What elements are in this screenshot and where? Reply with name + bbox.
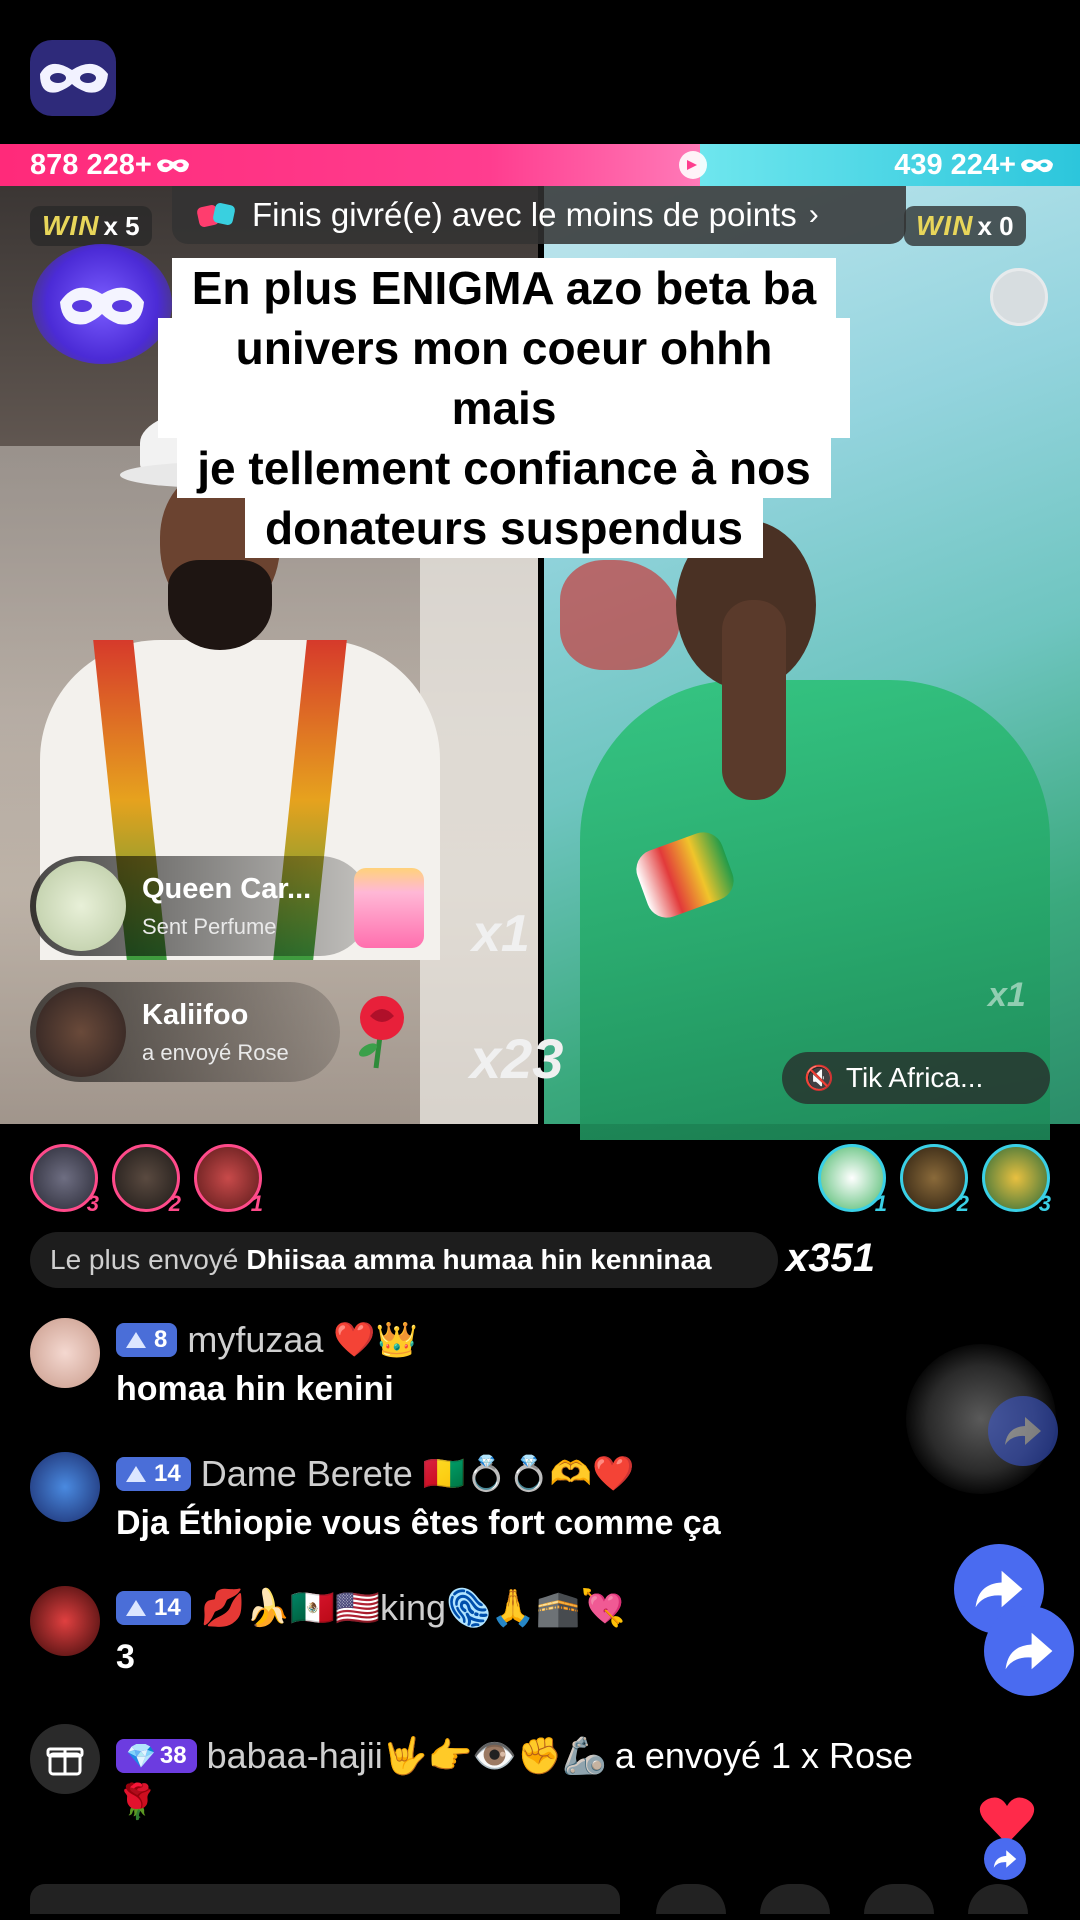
chat-emojis: ❤️👑 [333,1321,419,1359]
gift-multiplier: x1 [472,905,530,963]
gift-action: a envoyé Rose [142,1039,289,1065]
share-arrow-icon [993,1850,1017,1868]
caption-line: univers mon coeur ohhh mais [158,318,850,438]
win-label: WIN [916,210,974,241]
chat-username[interactable]: Dame Berete [201,1453,413,1495]
chat-gift-text: a envoyé 1 x Rose [614,1735,914,1776]
perfume-icon [354,868,424,948]
chat-username[interactable]: babaa-hajii🤟👉👁️✊🦾 [207,1735,607,1777]
most-sent-value: Dhiisaa amma humaa hin kenninaa [246,1244,712,1275]
win-label: WIN [42,210,100,241]
speaker-muted-icon[interactable]: 🔇 [804,1064,834,1093]
opponent-badge-icon[interactable] [990,268,1048,326]
top-supporter-left[interactable]: 2 [112,1144,181,1216]
opponent-hands [722,600,786,800]
bottom-action-button[interactable] [760,1884,830,1914]
chat-gift-message[interactable]: 💎 38 babaa-hajii🤟👉👁️✊🦾 a envoyé 1 x Rose … [116,1734,1016,1844]
win-streak-left: WIN x 5 [30,206,152,246]
mask-icon [1021,159,1053,173]
score-left-value: 878 228+ [30,148,152,181]
gift-sender-name: Queen Car... [142,872,312,905]
share-arrow-icon [1005,1632,1053,1670]
rose-icon [358,996,404,1069]
host-beard [168,560,272,650]
score-right: 439 224+ [700,144,1080,186]
supporter-rank: 1 [250,1191,263,1216]
chat-message[interactable]: 14 Dame Berete 🇬🇳💍💍🫶❤️ Dja Éthiopie vous… [30,1452,1030,1562]
challenge-text: Finis givré(e) avec le moins de points [252,196,797,233]
level-triangle-icon [126,1600,146,1616]
opponent-name: Tik Africa... [845,1062,984,1093]
chat-message[interactable]: 8 myfuzaa ❤️👑 homaa hin kenini [30,1318,1030,1428]
gift-icon [30,1724,100,1794]
avatar [30,1586,100,1656]
gift-multiplier-faded: x1 [988,976,1026,1014]
avatar [30,1318,100,1388]
share-button[interactable] [984,1606,1074,1696]
challenge-banner[interactable]: Finis givré(e) avec le moins de points › [172,186,906,244]
chat-username[interactable]: 💋🍌🇲🇽🇺🇸king🫆🙏🕋💘 [201,1587,626,1629]
avatar [30,1452,100,1522]
supporter-rank: 2 [956,1191,969,1216]
level-badge: 14 [116,1591,191,1625]
win-count: x 5 [103,210,140,241]
win-count: x 0 [977,210,1014,241]
top-supporter-right[interactable]: 1 [818,1144,887,1216]
caption-line: En plus ENIGMA azo beta ba [171,258,837,318]
mask-icon [156,159,189,173]
level-triangle-icon [126,1466,146,1482]
host-mask-avatar[interactable] [32,244,172,364]
supporter-rank: 1 [874,1191,887,1216]
share-ghost-icon[interactable] [988,1396,1058,1466]
caption-line: je tellement confiance à nos [177,438,831,498]
top-supporter-right[interactable]: 3 [982,1144,1051,1216]
level-triangle-icon [126,1332,146,1348]
score-left: 878 228+ [0,144,700,186]
chat-text: homaa hin kenini [116,1370,394,1408]
rose-icon: 🌹 [116,1783,159,1821]
avatar [36,987,126,1077]
mask-icon [60,287,144,325]
battle-score-bar: 878 228+ 439 224+ [0,144,1080,186]
bottom-action-button[interactable] [864,1884,934,1914]
supporter-rank: 3 [86,1191,99,1216]
top-supporter-right[interactable]: 2 [900,1144,969,1216]
level-badge: 8 [116,1323,178,1357]
ice-cubes-icon [197,203,235,227]
enigma-mask-logo-icon [30,40,116,116]
most-sent-label: Le plus envoyé [50,1244,239,1275]
chat-text: Dja Éthiopie vous êtes fort comme ça [116,1504,721,1542]
gift-action: Sent Perfume [142,913,277,939]
bottom-action-button[interactable] [656,1884,726,1914]
chat-username[interactable]: myfuzaa [187,1319,323,1361]
battle-divider-icon [679,151,707,179]
chat-message[interactable]: 14 💋🍌🇲🇽🇺🇸king🫆🙏🕋💘 3 [30,1586,1030,1696]
level-badge: 14 [116,1457,191,1491]
top-supporter-left[interactable]: 1 [194,1144,263,1216]
most-sent-count: x351 [786,1236,875,1280]
gift-sender-name: Kaliifoo [142,998,249,1031]
supporter-rank: 3 [1038,1191,1051,1216]
opponent-name-pill[interactable]: 🔇 Tik Africa... [782,1052,1050,1104]
gift-notification[interactable]: Queen Car... Sent Perfume [30,856,370,956]
chat-emojis: 🇬🇳💍💍🫶❤️ [422,1455,635,1493]
gift-multiplier: x23 [470,1027,564,1090]
chevron-right-icon: › [808,198,819,231]
supporter-rank: 2 [168,1191,181,1216]
share-mini-button[interactable] [984,1838,1026,1880]
share-arrow-icon [975,1570,1023,1608]
level-badge: 💎 38 [116,1739,197,1773]
win-streak-right: WIN x 0 [904,206,1026,246]
gift-notification[interactable]: Kaliifoo a envoyé Rose [30,982,340,1082]
score-right-value: 439 224+ [894,148,1016,181]
video-caption: En plus ENIGMA azo beta ba univers mon c… [158,258,850,558]
top-supporter-left[interactable]: 3 [30,1144,99,1216]
bottom-action-button[interactable] [968,1884,1028,1914]
caption-line: donateurs suspendus [245,498,763,558]
comment-input-bar[interactable] [30,1884,620,1914]
chat-text: 3 [116,1638,135,1676]
avatar [36,861,126,951]
gift-box-icon [46,1747,84,1776]
most-sent-gift-pill[interactable]: Le plus envoyé Dhiisaa amma humaa hin ke… [30,1232,778,1288]
